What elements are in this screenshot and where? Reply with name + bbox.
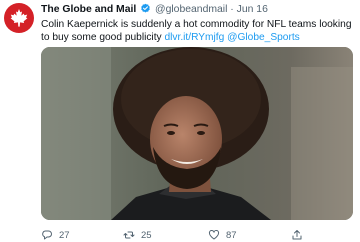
heart-icon [208, 230, 220, 240]
author-handle[interactable]: @globeandmail [155, 4, 227, 15]
separator-dot: · [230, 4, 234, 15]
share-button[interactable] [291, 228, 303, 242]
tweet-photo[interactable] [41, 47, 353, 220]
like-count: 87 [226, 229, 237, 241]
avatar[interactable] [4, 3, 34, 33]
tweet-text: Colin Kaepernick is suddenly a hot commo… [41, 18, 359, 44]
tweet-actions: 27 25 87 [41, 228, 341, 242]
photo-illustration [41, 47, 353, 220]
retweet-icon [123, 231, 135, 239]
mention-link[interactable]: @Globe_Sports [227, 32, 300, 43]
verified-badge-icon [141, 3, 150, 13]
reply-count: 27 [59, 229, 70, 241]
share-icon [292, 230, 302, 240]
like-button[interactable]: 87 [208, 228, 237, 242]
tweet-header: The Globe and Mail @globeandmail · Jun 1… [41, 3, 356, 17]
tweet-date[interactable]: Jun 16 [237, 4, 268, 15]
author-name[interactable]: The Globe and Mail [41, 4, 136, 15]
retweet-count: 25 [141, 229, 152, 241]
reply-icon [42, 230, 52, 240]
tweet[interactable]: The Globe and Mail @globeandmail · Jun 1… [0, 0, 360, 242]
reply-button[interactable]: 27 [41, 228, 70, 242]
tweet-link[interactable]: dlvr.it/RYmjfg [164, 32, 224, 43]
maple-leaf-icon [10, 9, 28, 27]
retweet-button[interactable]: 25 [123, 228, 152, 242]
